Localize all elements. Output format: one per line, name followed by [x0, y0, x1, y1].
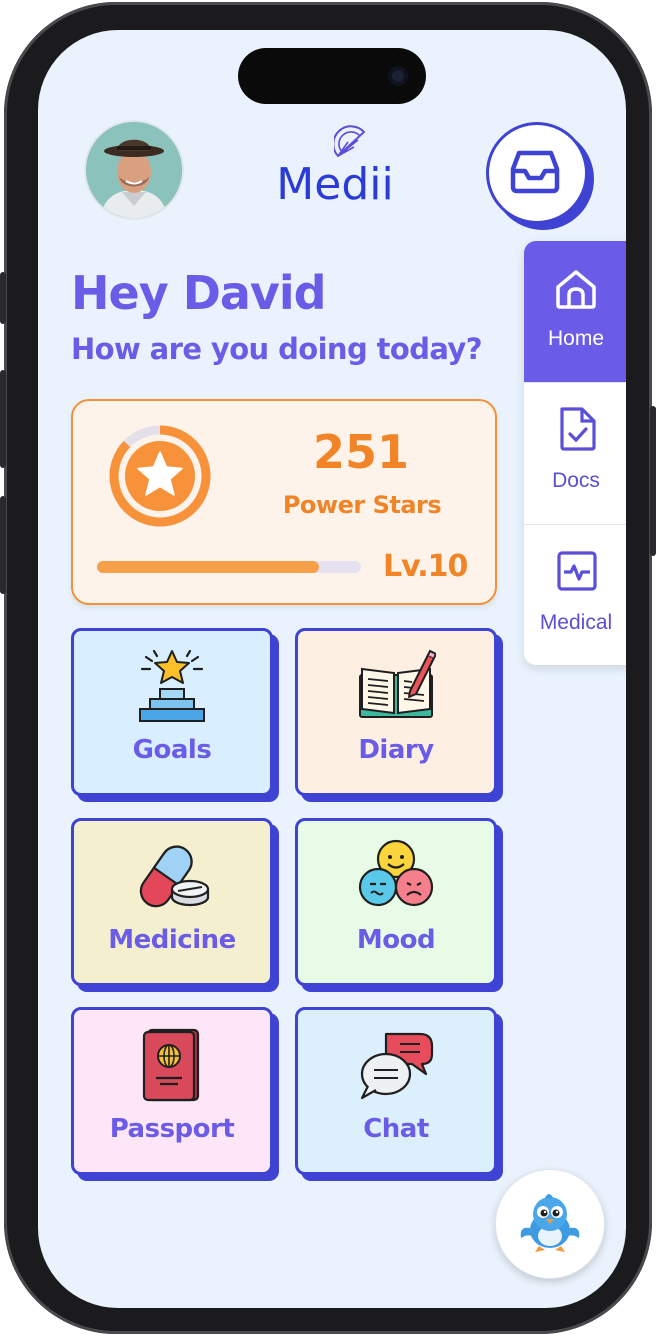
tile-label-passport: Passport: [109, 1114, 235, 1144]
volume-up-button: [0, 370, 6, 468]
tile-label-diary: Diary: [358, 735, 434, 765]
power-stars-count: 251: [312, 425, 410, 479]
power-button: [650, 406, 656, 556]
tile-passport[interactable]: Passport: [71, 1007, 273, 1175]
star-progress-ring-icon: [109, 425, 211, 527]
heartbeat-monitor-icon: [557, 551, 597, 591]
level-label: Lv.10: [383, 549, 468, 584]
inbox-button[interactable]: [486, 122, 588, 224]
document-check-icon: [560, 407, 596, 451]
user-photo: [86, 122, 182, 218]
mood-faces-icon: [358, 839, 434, 907]
home-icon: [556, 270, 596, 309]
nav-label-home: Home: [547, 327, 605, 350]
volume-down-button: [0, 496, 6, 594]
camera-icon: [388, 66, 408, 86]
tile-label-medicine: Medicine: [108, 925, 236, 955]
inbox-icon: [510, 150, 560, 194]
tile-mood[interactable]: Mood: [295, 818, 497, 986]
tile-label-goals: Goals: [132, 735, 212, 765]
greeting-title: Hey David: [71, 266, 327, 320]
nav-item-medical[interactable]: Medical: [524, 525, 626, 665]
logo-text: Medii: [276, 159, 394, 210]
nav-label-docs: Docs: [552, 469, 600, 492]
power-stars-label: Power Stars: [282, 491, 442, 519]
dynamic-island: [238, 48, 426, 104]
level-progress-fill: [97, 561, 319, 573]
nav-item-docs[interactable]: Docs: [524, 383, 626, 524]
chat-bubbles-icon: [360, 1032, 434, 1100]
passport-icon: [142, 1028, 200, 1102]
tile-label-chat: Chat: [363, 1114, 429, 1144]
bird-mascot-icon: [520, 1194, 580, 1252]
screen: Medii Home Docs Medical Hey David How ar…: [38, 30, 626, 1308]
open-book-pencil-icon: [359, 649, 436, 718]
pill-capsule-icon: [139, 845, 210, 908]
assistant-button[interactable]: [495, 1169, 605, 1279]
avatar[interactable]: [84, 120, 184, 220]
tile-goals[interactable]: Goals: [71, 628, 273, 796]
podium-star-icon: [139, 649, 205, 722]
tile-diary[interactable]: Diary: [295, 628, 497, 796]
tile-medicine[interactable]: Medicine: [71, 818, 273, 986]
orange-slice-logo-icon: [334, 125, 366, 158]
nav-label-medical: Medical: [539, 611, 613, 634]
phone-frame: Medii Home Docs Medical Hey David How ar…: [0, 2, 656, 1334]
tile-label-mood: Mood: [356, 925, 436, 955]
greeting-subtitle: How are you doing today?: [71, 332, 483, 366]
side-nav: Home Docs Medical: [524, 241, 626, 665]
power-stars-card[interactable]: 251 Power Stars Lv.10: [71, 399, 497, 605]
nav-item-home[interactable]: Home: [524, 241, 626, 382]
action-button: [0, 272, 6, 324]
tile-chat[interactable]: Chat: [295, 1007, 497, 1175]
level-progress-bar: [97, 561, 361, 573]
app-logo: Medii: [260, 125, 410, 210]
